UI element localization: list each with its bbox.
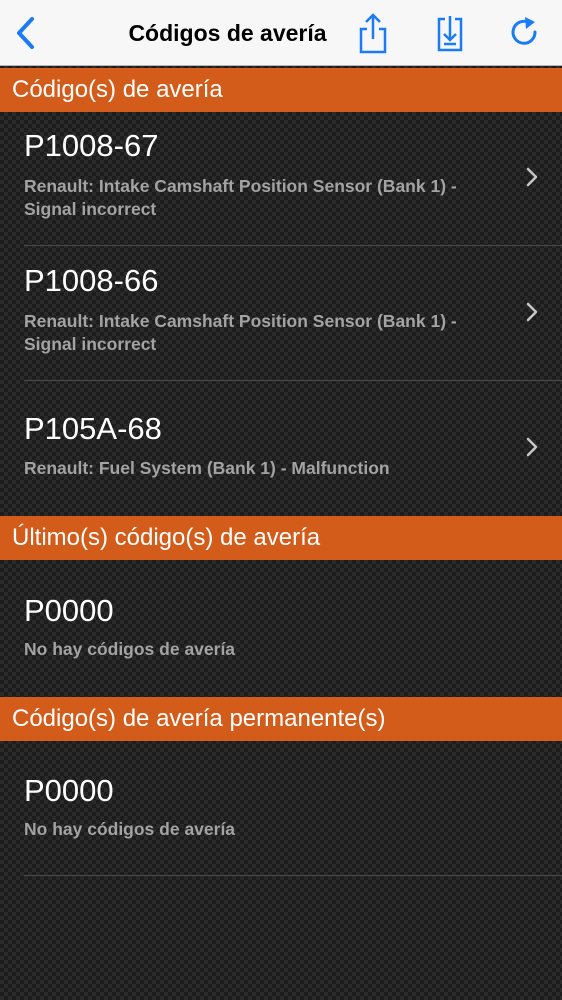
- fault-code-row: P0000 No hay códigos de avería: [24, 593, 562, 673]
- fault-code: P0000: [24, 773, 114, 808]
- section-header-permanent-fault-codes: Código(s) de avería permanente(s): [0, 697, 562, 741]
- fault-code: P1008-67: [24, 128, 159, 163]
- fault-code-row[interactable]: P1008-67 Renault: Intake Camshaft Positi…: [24, 128, 562, 228]
- share-icon: [359, 13, 387, 54]
- back-button[interactable]: [8, 14, 42, 52]
- fault-description: Renault: Intake Camshaft Position Sensor…: [24, 176, 457, 219]
- chevron-right-icon: [526, 437, 538, 457]
- fault-code-row[interactable]: P105A-68 Renault: Fuel System (Bank 1) -…: [24, 411, 562, 491]
- chevron-right-icon: [526, 302, 538, 322]
- fault-code: P1008-66: [24, 263, 159, 298]
- save-button[interactable]: [428, 10, 472, 56]
- fault-code-row: P0000 No hay códigos de avería: [24, 773, 562, 853]
- fault-description: Renault: Fuel System (Bank 1) - Malfunct…: [24, 458, 390, 478]
- fault-code: P0000: [24, 593, 114, 628]
- row-separator: [24, 380, 562, 381]
- navigation-bar: Códigos de avería: [0, 0, 562, 66]
- page-title: Códigos de avería: [128, 20, 327, 46]
- row-separator: [24, 875, 562, 876]
- chevron-right-icon: [526, 167, 538, 187]
- fault-code-row[interactable]: P1008-66 Renault: Intake Camshaft Positi…: [24, 263, 562, 363]
- chevron-left-icon: [17, 17, 34, 49]
- refresh-icon: [511, 17, 537, 45]
- fault-description: No hay códigos de avería: [24, 819, 236, 839]
- section-header-fault-codes: Código(s) de avería: [0, 68, 562, 112]
- fault-description: No hay códigos de avería: [24, 639, 236, 659]
- row-separator: [24, 245, 562, 246]
- share-button[interactable]: [351, 10, 395, 56]
- section-header-last-fault-codes: Último(s) código(s) de avería: [0, 516, 562, 560]
- fault-code: P105A-68: [24, 411, 162, 446]
- fault-description: Renault: Intake Camshaft Position Sensor…: [24, 311, 457, 354]
- download-icon: [437, 16, 463, 52]
- refresh-button[interactable]: [502, 10, 546, 56]
